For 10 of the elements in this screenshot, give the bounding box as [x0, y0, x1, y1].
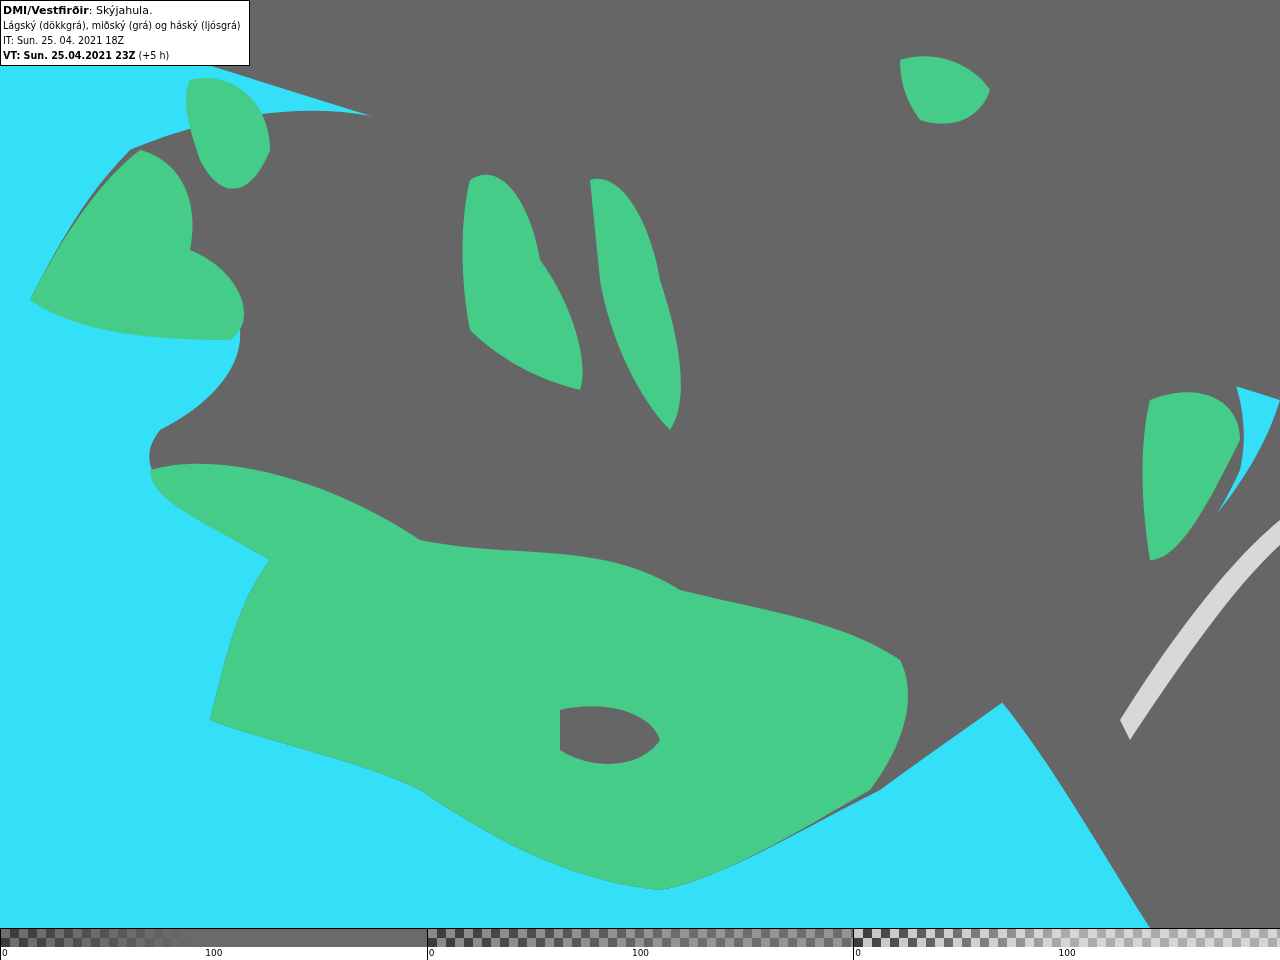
scale-label: 100 — [205, 947, 223, 960]
scale-label: 0 — [428, 947, 435, 960]
scale-label: 0 — [2, 947, 8, 960]
caption-line: DMI/Vestfirðir: Skýjahula. — [3, 3, 154, 18]
caption-line: IT: Sun. 25. 04. 2021 18Z — [3, 34, 126, 48]
caption-line: VT: Sun. 25.04.2021 23Z (+5 h) — [3, 49, 171, 63]
scale-label: 0 — [855, 947, 862, 960]
caption-line: Lágský (dökkgrá), miðský (grá) og háský (ljósgrá) — [3, 19, 242, 33]
scale-label: 100 — [631, 947, 650, 960]
scale-label: 100 — [1058, 947, 1076, 960]
